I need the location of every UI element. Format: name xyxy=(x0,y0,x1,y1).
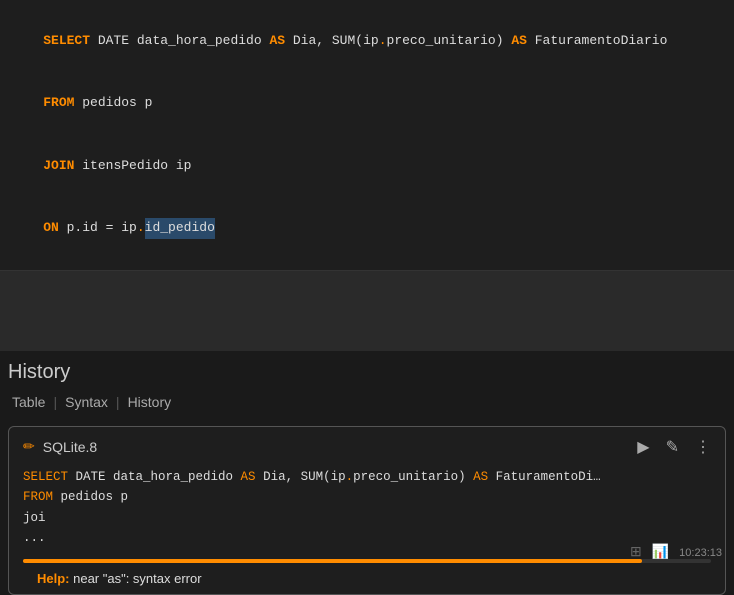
tab-table[interactable]: Table xyxy=(8,392,49,412)
code-editor[interactable]: SELECT DATE data_hora_pedido AS Dia, SUM… xyxy=(0,0,734,271)
tab-history[interactable]: History xyxy=(124,392,176,412)
middle-spacer xyxy=(0,271,734,351)
db-name-label: SQLite.8 xyxy=(43,439,97,455)
help-text: near "as": syntax error xyxy=(70,571,202,586)
help-label: Help: xyxy=(37,571,70,586)
editor-line-4: ON p.id = ip.id_pedido xyxy=(12,197,722,259)
edit-button[interactable]: ✎ xyxy=(666,437,679,457)
card-code: SELECT DATE data_hora_pedido AS Dia, SUM… xyxy=(23,467,711,550)
card-code-line-4: ... xyxy=(23,528,711,549)
separator-1: | xyxy=(53,394,57,410)
pencil-icon: ✏ xyxy=(23,438,35,455)
editor-line-2: FROM pedidos p xyxy=(12,72,722,134)
editor-line-3: JOIN itensPedido ip xyxy=(12,135,722,197)
tab-syntax[interactable]: Syntax xyxy=(61,392,112,412)
card-header: ✏ SQLite.8 ▶ ✎ ⋮ xyxy=(23,437,711,457)
card-actions: ▶ ✎ ⋮ xyxy=(637,437,711,457)
tabs-bar: Table | Syntax | History xyxy=(8,392,726,412)
play-button[interactable]: ▶ xyxy=(637,437,649,457)
card-title: ✏ SQLite.8 xyxy=(23,438,97,455)
chart-icon: 📊 xyxy=(652,544,669,561)
status-bar: ⊞ 📊 10:23:13 xyxy=(618,538,734,567)
card-code-line-3: joi xyxy=(23,508,711,529)
history-title: History xyxy=(8,361,726,384)
history-card: ✏ SQLite.8 ▶ ✎ ⋮ SELECT DATE data_hora_p… xyxy=(8,426,726,595)
separator-2: | xyxy=(116,394,120,410)
card-code-line-2: FROM pedidos p xyxy=(23,487,711,508)
card-code-line-1: SELECT DATE data_hora_pedido AS Dia, SUM… xyxy=(23,467,711,488)
help-line: Help: near "as": syntax error xyxy=(23,563,711,594)
status-time: 10:23:13 xyxy=(679,547,722,559)
history-section: History Table | Syntax | History xyxy=(0,351,734,412)
grid-icon: ⊞ xyxy=(630,544,642,561)
editor-line-1: SELECT DATE data_hora_pedido AS Dia, SUM… xyxy=(12,10,722,72)
more-button[interactable]: ⋮ xyxy=(695,437,711,457)
keyword-select: SELECT xyxy=(43,33,90,48)
